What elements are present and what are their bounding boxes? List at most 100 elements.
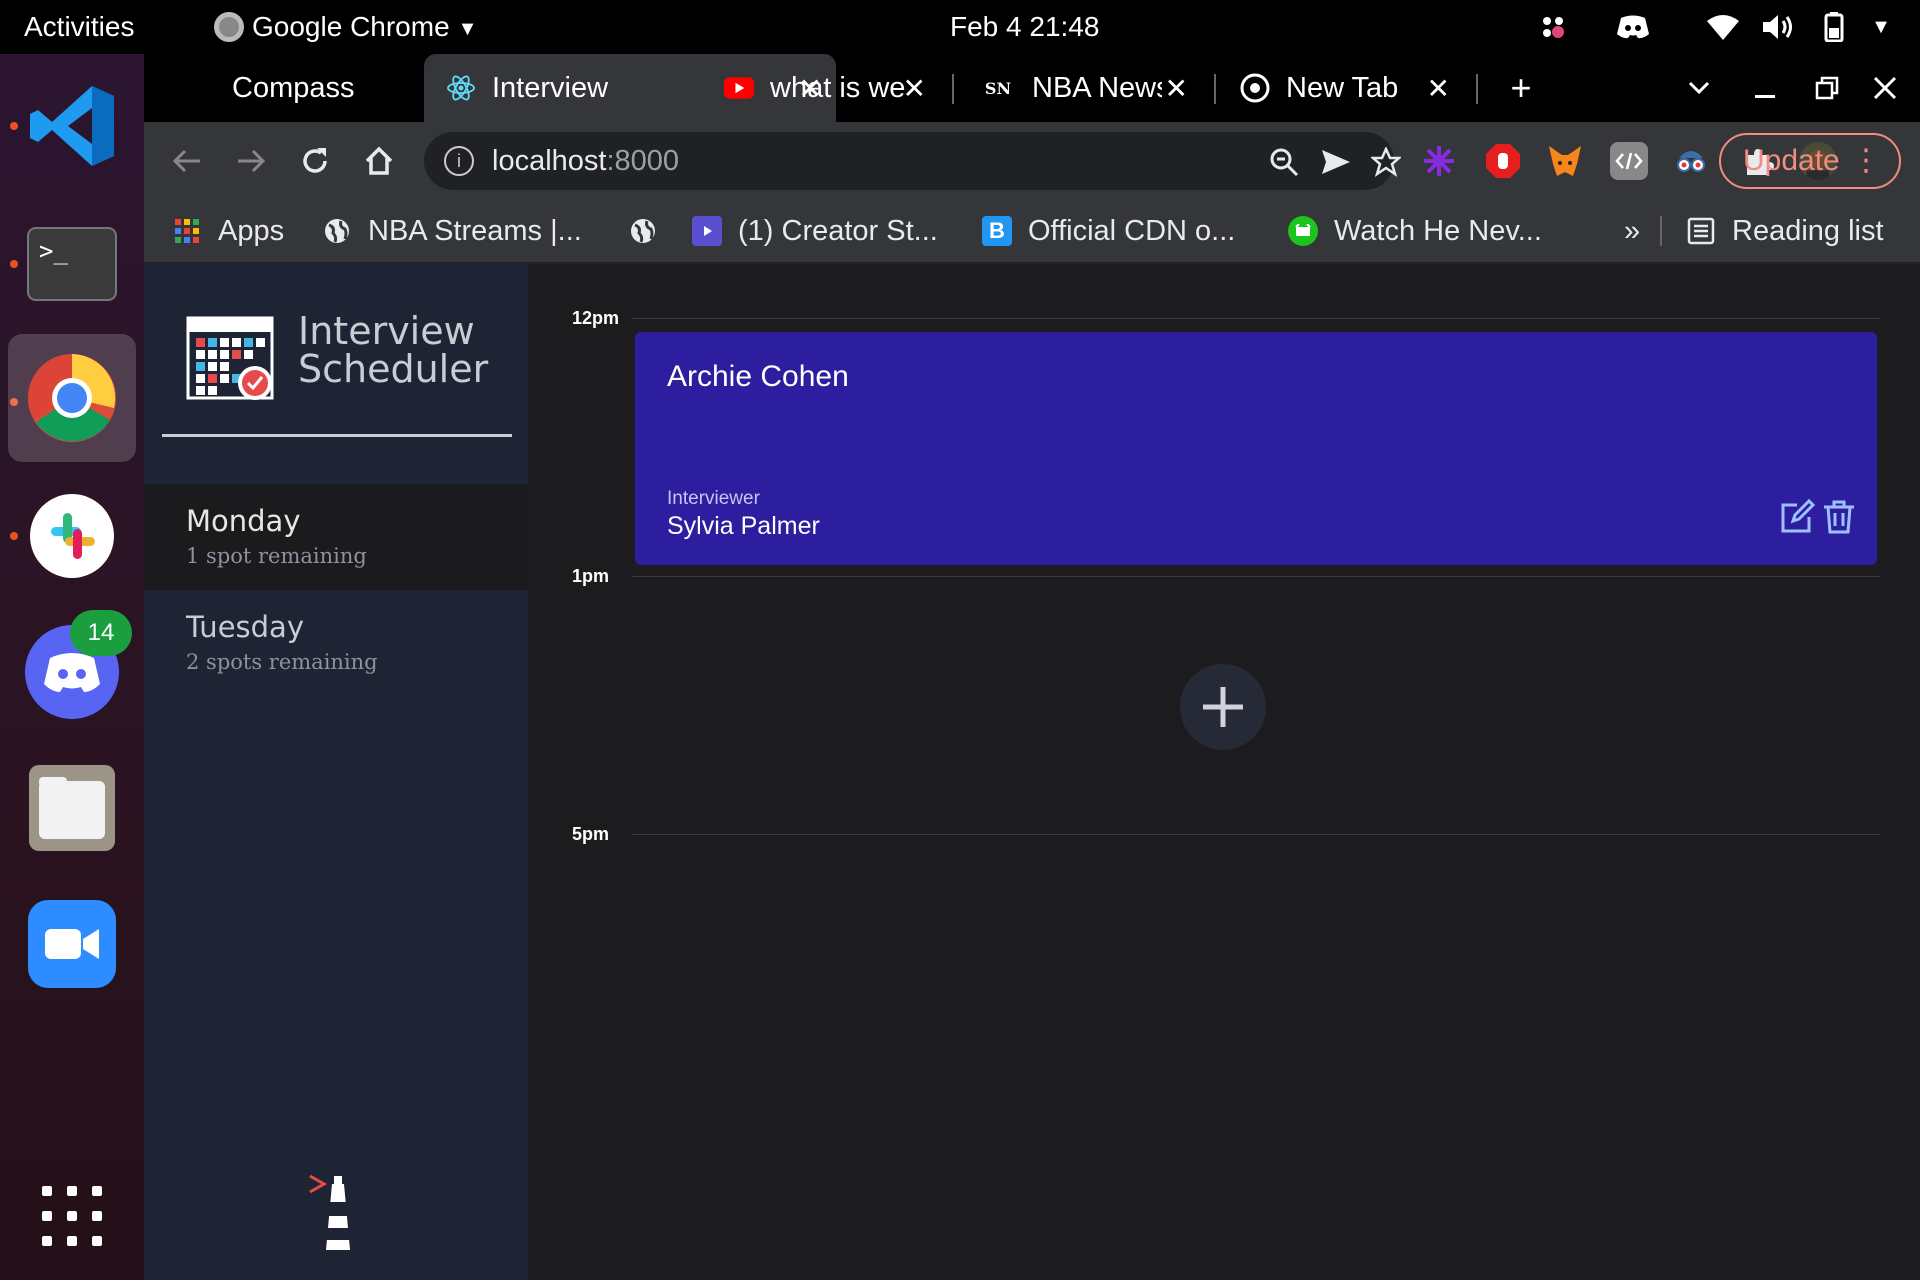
student-name: Archie Cohen — [667, 360, 849, 393]
add-appointment-button[interactable] — [1180, 664, 1266, 750]
time-label: 12pm — [572, 308, 620, 328]
terminal-icon[interactable]: >_ — [20, 212, 124, 316]
update-button[interactable]: Update ⋮ — [1719, 133, 1901, 189]
appointment-card[interactable]: Archie Cohen Interviewer Sylvia Palmer — [635, 332, 1877, 565]
address-bar[interactable]: i localhost:8000 — [424, 132, 1401, 190]
bookmarks-bar: Apps NBA Streams |... (1) Creator St... … — [144, 200, 1920, 264]
adblock-icon[interactable] — [1484, 142, 1522, 180]
interviewer-name: Sylvia Palmer — [667, 512, 820, 540]
tab-youtube[interactable]: what is we ✕ — [704, 54, 940, 122]
app-menu[interactable]: Google Chrome ▼ — [214, 0, 477, 54]
purple-extension-icon[interactable] — [1420, 142, 1458, 180]
globe-icon — [322, 216, 352, 246]
day-name: Monday — [186, 504, 301, 538]
react-icon — [446, 73, 476, 103]
close-icon[interactable]: ✕ — [1165, 72, 1188, 105]
discord-tray-icon[interactable] — [1614, 12, 1652, 42]
bookmark-label: (1) Creator St... — [738, 214, 938, 247]
tab-search-icon[interactable] — [1674, 54, 1724, 122]
close-window-icon[interactable] — [1860, 54, 1910, 122]
close-icon[interactable]: ✕ — [903, 72, 926, 105]
chrome-app-icon — [214, 11, 244, 42]
minimize-icon[interactable] — [1740, 54, 1790, 122]
bookmark-globe[interactable] — [628, 200, 674, 262]
kebab-menu-icon[interactable]: ⋮ — [1851, 135, 1881, 187]
reload-icon[interactable] — [290, 136, 340, 186]
spy-extension-icon[interactable] — [1672, 142, 1710, 180]
interviewer-label: Interviewer — [667, 488, 760, 509]
slack-tray-icon[interactable] — [1536, 12, 1570, 42]
bookmark-label: Watch He Nev... — [1334, 214, 1542, 247]
wifi-icon[interactable] — [1706, 12, 1740, 42]
watch-site-icon — [1288, 216, 1318, 246]
tab-title: New Tab — [1286, 71, 1399, 104]
chrome-icon — [1240, 73, 1270, 103]
system-top-bar: Activities Google Chrome ▼ Feb 4 21:48 ▼ — [0, 0, 1920, 54]
tab-nba-news[interactable]: SN NBA News ✕ — [966, 54, 1202, 122]
edit-icon[interactable] — [1779, 499, 1815, 535]
bookmark-nba-streams[interactable]: NBA Streams |... — [322, 200, 582, 262]
activities-button[interactable]: Activities — [24, 0, 134, 54]
more-bookmarks-button[interactable]: » — [1624, 200, 1640, 262]
close-icon[interactable]: ✕ — [1427, 72, 1450, 105]
time-divider — [632, 576, 1880, 577]
bootstrap-cdn-icon: B — [982, 216, 1012, 246]
bookmark-separator — [1660, 216, 1662, 246]
restore-icon[interactable] — [1802, 54, 1852, 122]
bookmark-watch[interactable]: Watch He Nev... — [1288, 200, 1542, 262]
volume-icon[interactable] — [1760, 12, 1796, 42]
tab-title: Compass — [232, 71, 355, 104]
tab-new-tab[interactable]: New Tab ✕ — [1228, 54, 1464, 122]
globe-icon — [628, 216, 658, 246]
home-icon[interactable] — [354, 136, 404, 186]
svg-text:>_: >_ — [39, 237, 68, 265]
code-extension-icon[interactable] — [1610, 142, 1648, 180]
site-info-icon[interactable]: i — [444, 146, 474, 176]
forward-icon[interactable] — [226, 136, 276, 186]
url-text[interactable]: localhost:8000 — [492, 132, 679, 190]
tab-separator — [952, 74, 954, 104]
trash-icon[interactable] — [1821, 499, 1857, 535]
show-applications-icon[interactable] — [20, 1164, 124, 1268]
running-indicator — [10, 532, 18, 540]
caret-down-icon: ▼ — [457, 17, 478, 40]
plus-icon — [1203, 687, 1243, 727]
tab-strip: Compass ✕ Interview ✕ what is we ✕ SN NB… — [144, 54, 1920, 122]
app-menu-label: Google Chrome — [252, 11, 450, 42]
running-indicator — [10, 122, 18, 130]
youtube-icon — [724, 73, 754, 103]
sidebar: Interview Scheduler Monday 1 spot remaini… — [144, 264, 528, 1280]
day-name: Tuesday — [186, 610, 304, 644]
bookmark-apps[interactable]: Apps — [172, 200, 284, 262]
bookmark-star-icon[interactable] — [1366, 142, 1406, 182]
back-icon[interactable] — [162, 136, 212, 186]
day-list-item-tuesday[interactable]: Tuesday 2 spots remaining — [144, 590, 528, 696]
metamask-icon[interactable] — [1546, 142, 1584, 180]
day-spots-remaining: 1 spot remaining — [186, 544, 367, 568]
reading-list-button[interactable]: Reading list — [1686, 200, 1884, 262]
time-label: 1pm — [572, 566, 610, 586]
tab-separator — [1476, 74, 1478, 104]
send-icon[interactable] — [1316, 142, 1356, 182]
tab-title: NBA News — [1032, 71, 1162, 104]
new-tab-icon[interactable]: + — [1496, 54, 1546, 122]
clock[interactable]: Feb 4 21:48 — [950, 0, 1099, 54]
day-spots-remaining: 2 spots remaining — [186, 650, 378, 674]
bookmark-label: Official CDN o... — [1028, 214, 1236, 247]
bookmark-official-cdn[interactable]: B Official CDN o... — [982, 200, 1235, 262]
zoom-magnifier-icon[interactable] — [1264, 142, 1304, 182]
bookmark-label: Apps — [218, 214, 285, 247]
vscode-icon[interactable] — [20, 74, 124, 178]
files-icon[interactable] — [20, 756, 124, 860]
day-list-item-monday[interactable]: Monday 1 spot remaining — [144, 484, 528, 590]
lighthouse-labs-logo-icon — [309, 1174, 350, 1250]
tab-title: Interview — [492, 71, 609, 104]
creator-studio-icon — [692, 216, 722, 246]
time-label: 5pm — [572, 824, 610, 844]
battery-icon[interactable] — [1820, 12, 1848, 42]
bookmark-creator-studio[interactable]: (1) Creator St... — [692, 200, 938, 262]
slack-dock-icon[interactable] — [20, 484, 124, 588]
system-menu-caret-icon[interactable]: ▼ — [1866, 12, 1896, 42]
zoom-icon[interactable] — [20, 892, 124, 996]
chrome-dock-icon[interactable] — [8, 334, 136, 462]
